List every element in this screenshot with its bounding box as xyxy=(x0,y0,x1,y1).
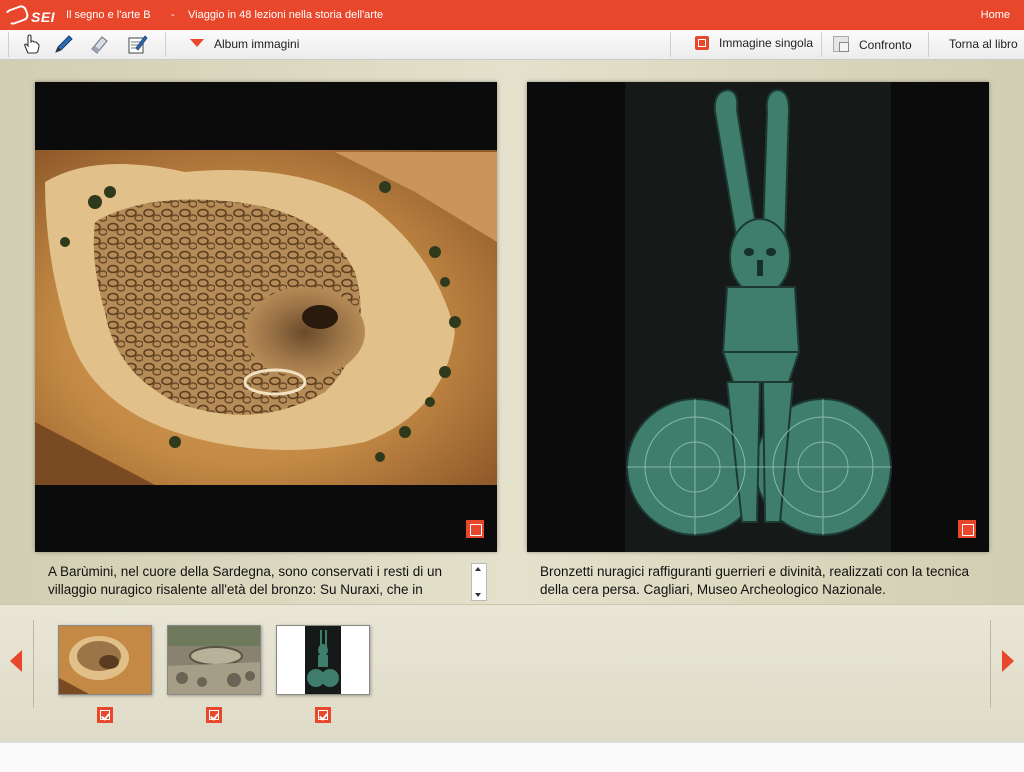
toolbar-divider xyxy=(8,32,9,57)
toolbar-divider xyxy=(821,32,822,57)
bronze-warrior-figure-photo xyxy=(527,82,989,552)
thumbnail-1-checkbox[interactable] xyxy=(97,707,113,723)
bronze-warrior-thumb xyxy=(277,626,369,694)
thumbnail-stone-ruins[interactable] xyxy=(167,625,261,695)
aerial-nuraghe-village-thumb xyxy=(59,626,151,694)
single-image-icon xyxy=(695,36,709,50)
scroll-up-icon[interactable] xyxy=(475,567,481,571)
pen-icon[interactable] xyxy=(53,33,75,55)
compare-button[interactable]: Confronto xyxy=(833,36,912,52)
toolbar: Album immagini Immagine singola Confront… xyxy=(0,30,1024,60)
thumbnail-2-checkbox[interactable] xyxy=(206,707,222,723)
thumbnail-3-checkbox[interactable] xyxy=(315,707,331,723)
scroll-down-icon[interactable] xyxy=(475,593,481,597)
logo-text: SEI xyxy=(31,9,56,25)
top-header-bar: SEI Il segno e l'arte B - Viaggio in 48 … xyxy=(0,0,1024,30)
stone-well-ruins-thumb xyxy=(168,626,260,694)
thumbnail-bronze-warrior[interactable] xyxy=(276,625,370,695)
left-image-frame xyxy=(35,82,497,552)
strip-divider xyxy=(990,620,991,708)
home-link[interactable]: Home xyxy=(981,9,1010,21)
aerial-nuraghe-village-photo xyxy=(35,82,497,552)
expand-left-image-icon[interactable] xyxy=(466,520,484,538)
previous-arrow-icon[interactable] xyxy=(10,650,22,672)
left-image-caption: A Barùmini, nel cuore della Sardegna, so… xyxy=(48,564,442,597)
thumbnail-aerial-nuraghe[interactable] xyxy=(58,625,152,695)
strip-divider xyxy=(33,620,34,708)
hand-icon[interactable] xyxy=(20,33,42,55)
thumbnail-strip xyxy=(0,604,1024,743)
album-label: Album immagini xyxy=(214,37,300,51)
back-to-book-button[interactable]: Torna al libro xyxy=(949,37,1018,51)
compare-label: Confronto xyxy=(859,38,912,52)
footer-bar xyxy=(0,742,1024,772)
toolbar-divider xyxy=(165,32,166,57)
sei-logo-icon xyxy=(3,3,31,27)
single-image-button[interactable]: Immagine singola xyxy=(695,36,813,50)
caption-scrollbar[interactable] xyxy=(471,563,487,601)
album-dropdown[interactable]: Album immagini xyxy=(190,37,299,51)
title-separator: - xyxy=(171,9,175,21)
notepad-icon[interactable] xyxy=(126,33,148,55)
app-title: Il segno e l'arte B xyxy=(66,9,151,21)
compare-icon xyxy=(833,36,849,52)
toolbar-divider xyxy=(670,32,671,57)
image-viewer: A Barùmini, nel cuore della Sardegna, so… xyxy=(0,60,1024,604)
expand-right-image-icon[interactable] xyxy=(958,520,976,538)
book-subtitle: Viaggio in 48 lezioni nella storia dell'… xyxy=(188,9,384,21)
right-image-frame xyxy=(527,82,989,552)
sei-logo: SEI xyxy=(3,3,56,27)
next-arrow-icon[interactable] xyxy=(1002,650,1014,672)
single-image-label: Immagine singola xyxy=(719,36,814,50)
toolbar-divider xyxy=(928,32,929,57)
dropdown-arrow-icon xyxy=(190,39,204,47)
right-image-caption: Bronzetti nuragici raffiguranti guerrier… xyxy=(540,564,969,597)
eraser-icon[interactable] xyxy=(88,33,110,55)
